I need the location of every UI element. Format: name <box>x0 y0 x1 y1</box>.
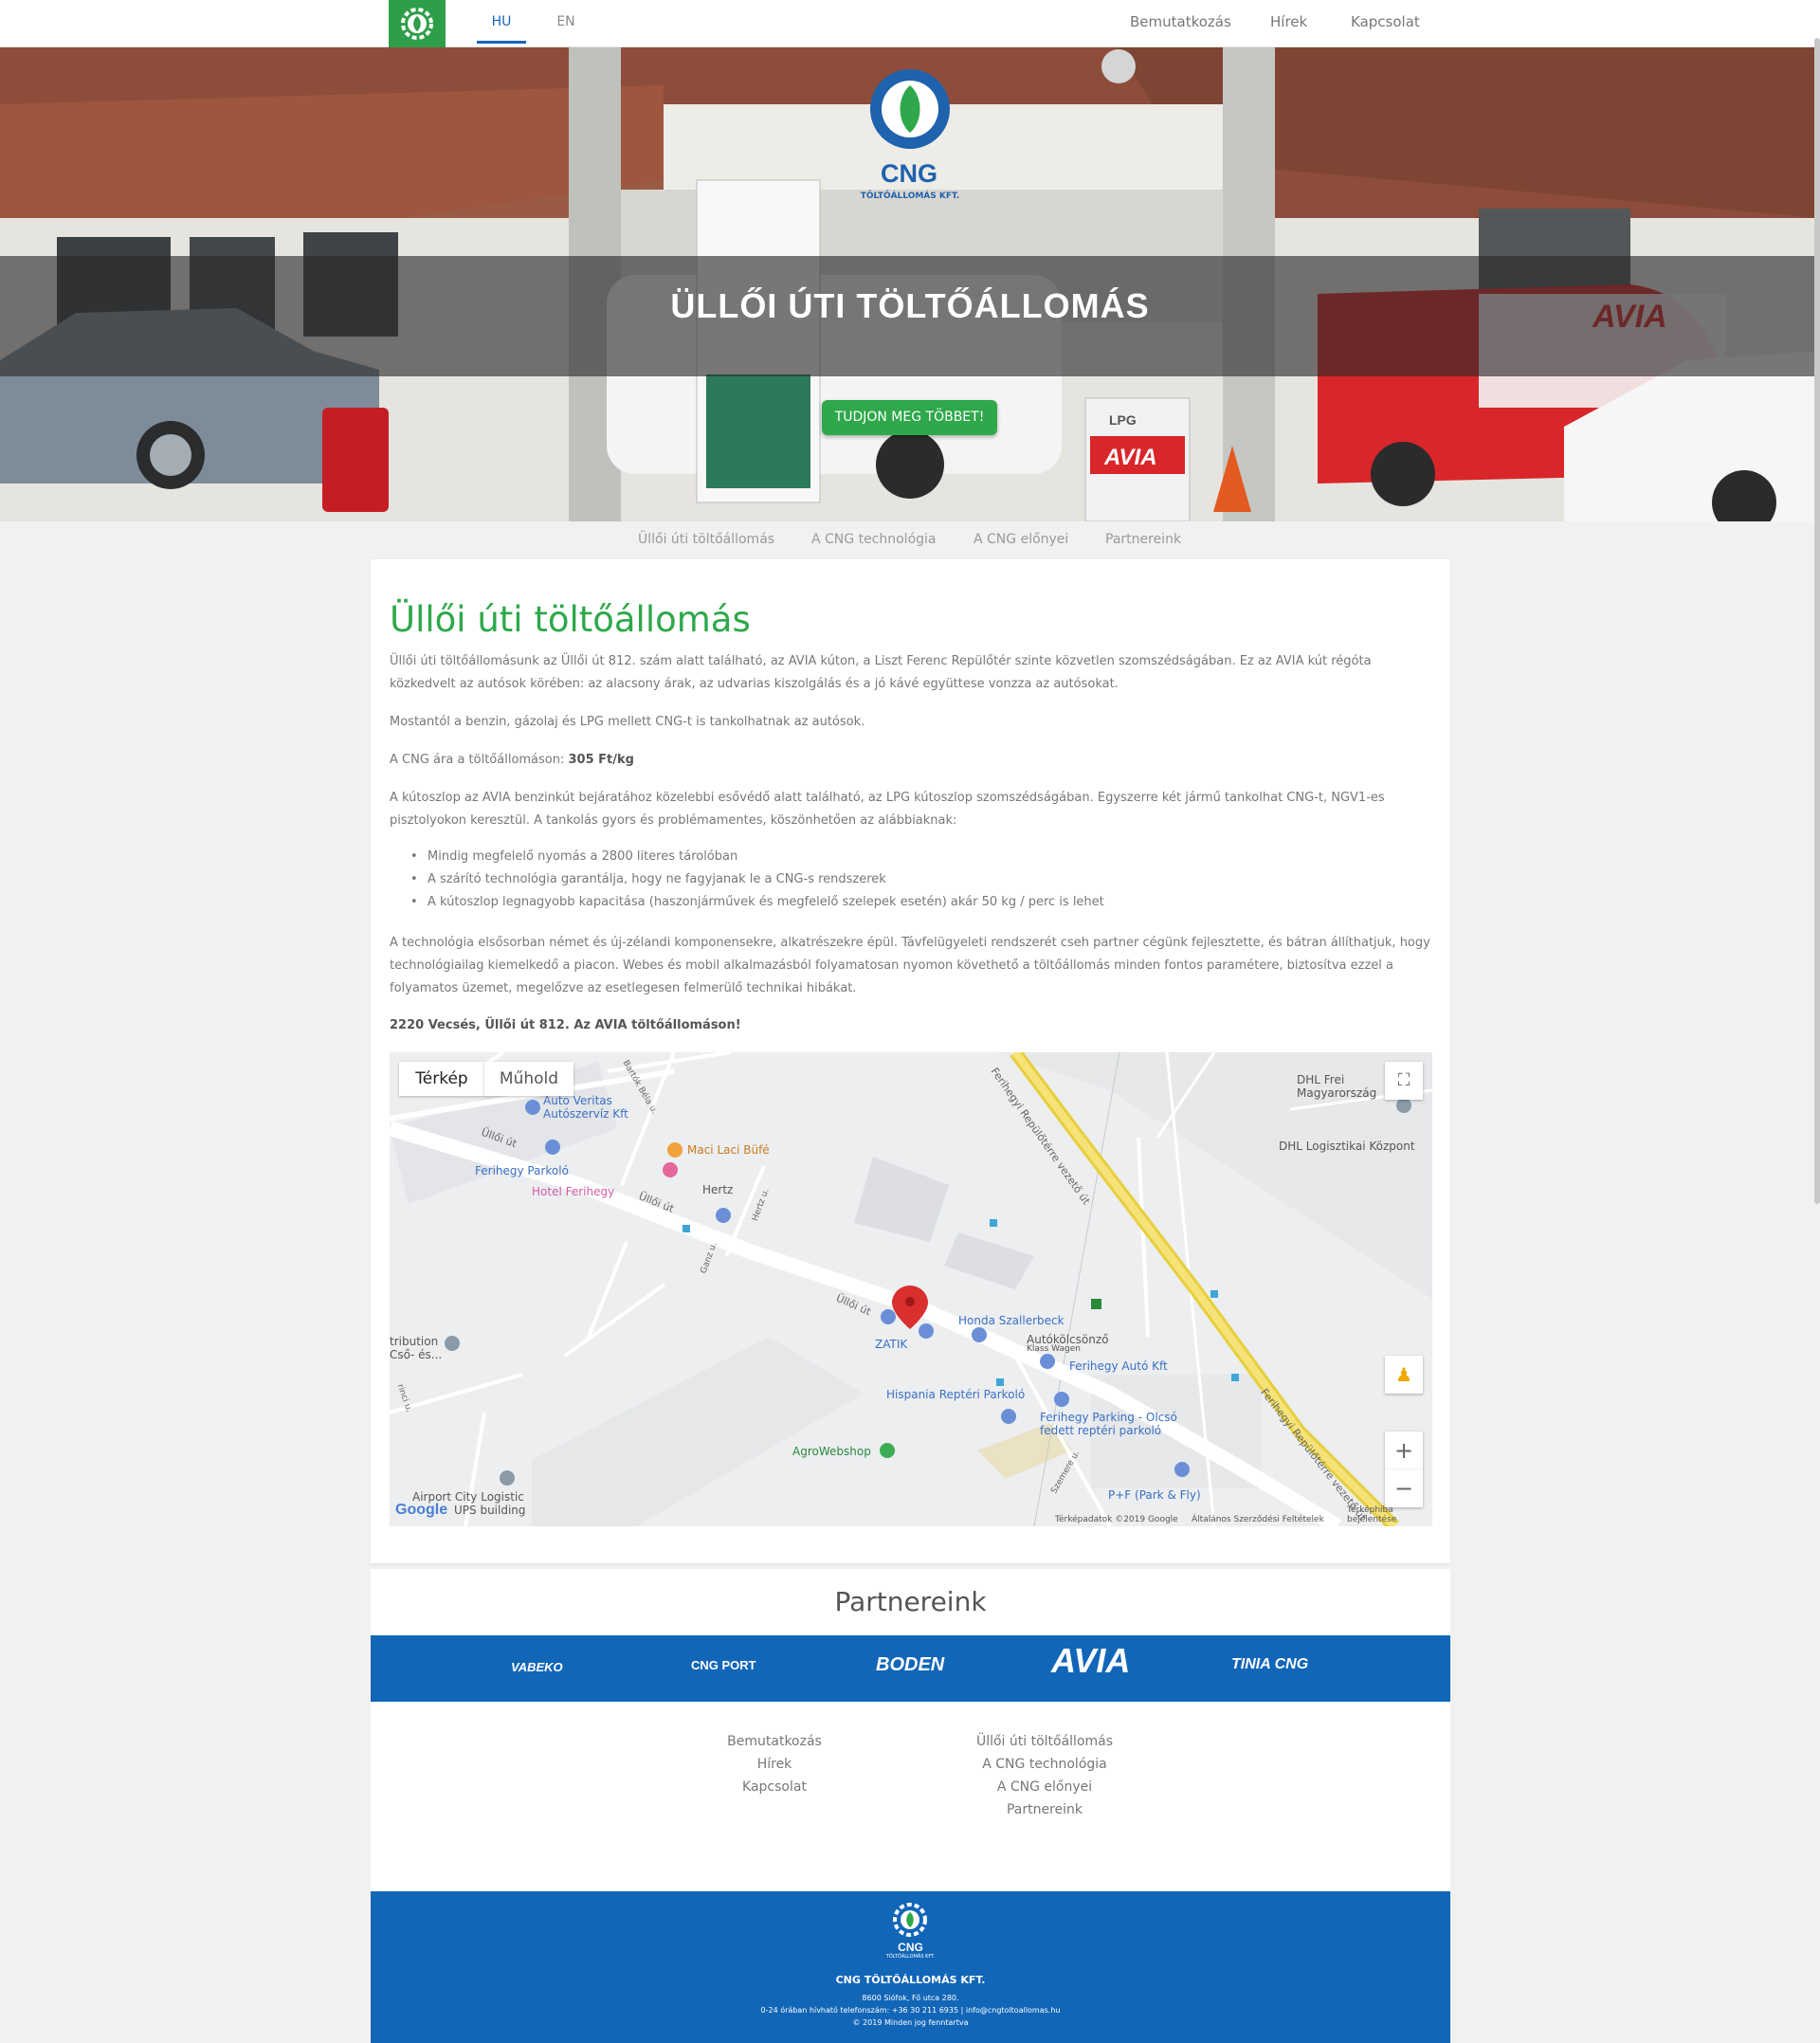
article-price-line: A CNG ára a töltőállomáson: 305 Ft/kg <box>390 749 1431 772</box>
partners-section: Partnereink VABEKO CNG PORT BODEN AVIA T… <box>371 1569 1450 1891</box>
address-text: 2220 Vecsés, Üllői út 812. Az AVIA töltő… <box>390 1018 741 1032</box>
map-canvas[interactable] <box>390 1052 1432 1526</box>
lang-hu[interactable]: HU <box>477 0 526 44</box>
address-line: 2220 Vecsés, Üllői út 812. Az AVIA töltő… <box>390 1014 1431 1037</box>
svg-text:LPG: LPG <box>1109 412 1137 428</box>
map-terms-link[interactable]: Általános Szerződési Feltételek <box>1192 1515 1324 1524</box>
partner-logo-tinia[interactable]: TINIA CNG <box>1231 1656 1308 1673</box>
partners-title: Partnereink <box>834 1586 987 1617</box>
map-label: AgroWebshop <box>792 1445 871 1458</box>
article-paragraph-4: A kútoszlop az AVIA benzinkút bejáratáho… <box>390 791 1385 828</box>
footer-link-partnereink[interactable]: Partnereink <box>950 1798 1139 1821</box>
map-data-credit: Térképadatok ©2019 Google <box>1055 1515 1178 1524</box>
brand-logo-icon[interactable] <box>389 0 446 47</box>
map-label: DHL Logisztikai Központ <box>1279 1140 1415 1153</box>
partner-logo-avia[interactable]: AVIA <box>1051 1641 1130 1681</box>
map-label: Cső- és... <box>390 1348 443 1361</box>
zoom-in-icon[interactable]: + <box>1385 1432 1423 1469</box>
list-item: A kútoszlop legnagyobb kapacitása (haszo… <box>409 891 1413 914</box>
top-navbar: HU EN Bemutatkozás Hírek Kapcsolat <box>0 0 1820 47</box>
partner-logo-vabeko[interactable]: VABEKO <box>511 1660 563 1674</box>
price-value: 305 Ft/kg <box>568 753 634 767</box>
map-report-link[interactable]: Térképhiba bejelentése <box>1347 1505 1432 1524</box>
article-paragraph-5: A technológia elsősorban német és új-zél… <box>390 936 1430 995</box>
nav-kapcsolat[interactable]: Kapcsolat <box>1351 0 1420 44</box>
map-label: Hertz <box>702 1183 734 1196</box>
footer-link-kapcsolat[interactable]: Kapcsolat <box>680 1776 869 1798</box>
footer-copyright: © 2019 Minden jog fenntartva <box>852 2018 969 2027</box>
nav-hirek[interactable]: Hírek <box>1270 0 1307 44</box>
map-label: Hotel Ferihegy <box>532 1185 615 1198</box>
map-label: fedett reptéri parkoló <box>1040 1424 1162 1437</box>
subnav-item-cng-technologia[interactable]: A CNG technológia <box>811 532 937 547</box>
partner-logo-cng-port[interactable]: CNG PORT <box>691 1658 756 1672</box>
map-label: P+F (Park & Fly) <box>1108 1488 1201 1502</box>
nav-bemutatkozas[interactable]: Bemutatkozás <box>1130 0 1231 44</box>
zoom-out-icon[interactable]: − <box>1385 1469 1423 1507</box>
map-label: Ferihegy Parking - Olcsó <box>1040 1411 1177 1424</box>
google-logo[interactable]: Google <box>395 1502 447 1519</box>
page-scrollbar[interactable] <box>1814 38 1820 1204</box>
article-paragraph-1: Üllői úti töltőállomásunk az Üllői út 81… <box>390 654 1372 691</box>
map-tab-muhold[interactable]: Műhold <box>484 1062 573 1096</box>
footer-links-col2: Üllői úti töltőállomás A CNG technológia… <box>950 1730 1139 1821</box>
list-item: A szárító technológia garantálja, hogy n… <box>409 868 1413 891</box>
map-label: tribution <box>390 1335 439 1348</box>
section-subnav: Üllői úti töltőállomás A CNG technológia… <box>0 521 1820 559</box>
footer-contact: 0-24 órában hívható telefonszám: +36 30 … <box>760 2006 1061 2015</box>
subnav-item-partnereink[interactable]: Partnereink <box>1105 532 1181 547</box>
footer-logo-subtitle: TÖLTŐÁLLOMÁS KFT. <box>885 1954 936 1960</box>
map-label: ZATIK <box>875 1338 908 1351</box>
footer-link-cng-technologia[interactable]: A CNG technológia <box>950 1753 1139 1776</box>
street-view-pegman-icon[interactable]: ♟ <box>1385 1356 1423 1394</box>
map-label: DHL Frei <box>1297 1073 1345 1086</box>
map-label: Magyarország <box>1297 1086 1377 1100</box>
lang-en[interactable]: EN <box>552 0 580 44</box>
svg-text:AVIA: AVIA <box>1103 445 1157 470</box>
features-list: Mindig megfelelő nyomás a 2800 literes t… <box>409 846 1413 914</box>
footer-link-ulloi[interactable]: Üllői úti töltőállomás <box>950 1730 1139 1753</box>
article-paragraph-2: Mostantól a benzin, gázolaj és LPG melle… <box>390 715 865 729</box>
subnav-item-cng-elonyei[interactable]: A CNG előnyei <box>974 532 1068 547</box>
map-label: Ferihegy Parkoló <box>475 1164 569 1177</box>
learn-more-button[interactable]: TUDJON MEG TÖBBET! <box>822 400 997 435</box>
google-map[interactable]: Térkép Műhold ⛶ ♟ + − Auto Veritas Autós… <box>390 1052 1432 1526</box>
price-label: A CNG ára a töltőállomáson: <box>390 753 569 767</box>
hero-logo-subtitle: TÖLTŐÁLLOMÁS KFT. <box>860 192 960 201</box>
map-label: Ferihegy Autó Kft <box>1069 1359 1168 1373</box>
hero-logo-text: CNG <box>881 159 937 188</box>
map-label: UPS building <box>454 1504 526 1517</box>
footer-address: 8600 Siófok, Fő utca 280. <box>862 1994 959 2002</box>
footer-link-cng-elonyei[interactable]: A CNG előnyei <box>950 1776 1139 1798</box>
map-label: Klass Wagen <box>1027 1344 1081 1354</box>
footer-logo-icon <box>893 1903 927 1937</box>
footer-links-col1: Bemutatkozás Hírek Kapcsolat <box>680 1730 869 1798</box>
map-label: Hispania Reptéri Parkoló <box>886 1388 1026 1401</box>
map-label: Auto Veritas <box>543 1094 612 1107</box>
fullscreen-icon[interactable]: ⛶ <box>1385 1062 1423 1100</box>
map-label: Autószervíz Kft <box>543 1107 628 1121</box>
footer-company-name: CNG TÖLTŐÁLLOMÁS KFT. <box>835 1974 986 1986</box>
footer-link-hirek[interactable]: Hírek <box>680 1753 869 1776</box>
partner-logos-band: VABEKO CNG PORT BODEN AVIA TINIA CNG <box>371 1635 1450 1702</box>
page-title: Üllői úti töltőállomás <box>390 599 751 640</box>
map-tab-terkep[interactable]: Térkép <box>399 1062 484 1096</box>
footer-logo-text: CNG <box>898 1941 923 1954</box>
article-card: Üllői úti töltőállomás Üllői úti töltőál… <box>371 559 1450 1563</box>
footer-link-bemutatkozas[interactable]: Bemutatkozás <box>680 1730 869 1753</box>
list-item: Mindig megfelelő nyomás a 2800 literes t… <box>409 846 1413 868</box>
hero-banner: AVIA LPG AVIA CNG TÖLTŐÁLLOMÁS KFT. ÜLLŐ… <box>0 47 1820 521</box>
subnav-item-ulloi[interactable]: Üllői úti töltőállomás <box>638 532 774 547</box>
map-label: Honda Szallerbeck <box>958 1314 1065 1327</box>
partner-logo-boden[interactable]: BODEN <box>876 1654 944 1676</box>
map-label: Maci Laci Büfé <box>687 1143 770 1157</box>
site-footer: CNG TÖLTŐÁLLOMÁS KFT. CNG TÖLTŐÁLLOMÁS K… <box>371 1891 1450 2043</box>
hero-title: ÜLLŐI ÚTI TÖLTŐÁLLOMÁS <box>670 286 1150 325</box>
